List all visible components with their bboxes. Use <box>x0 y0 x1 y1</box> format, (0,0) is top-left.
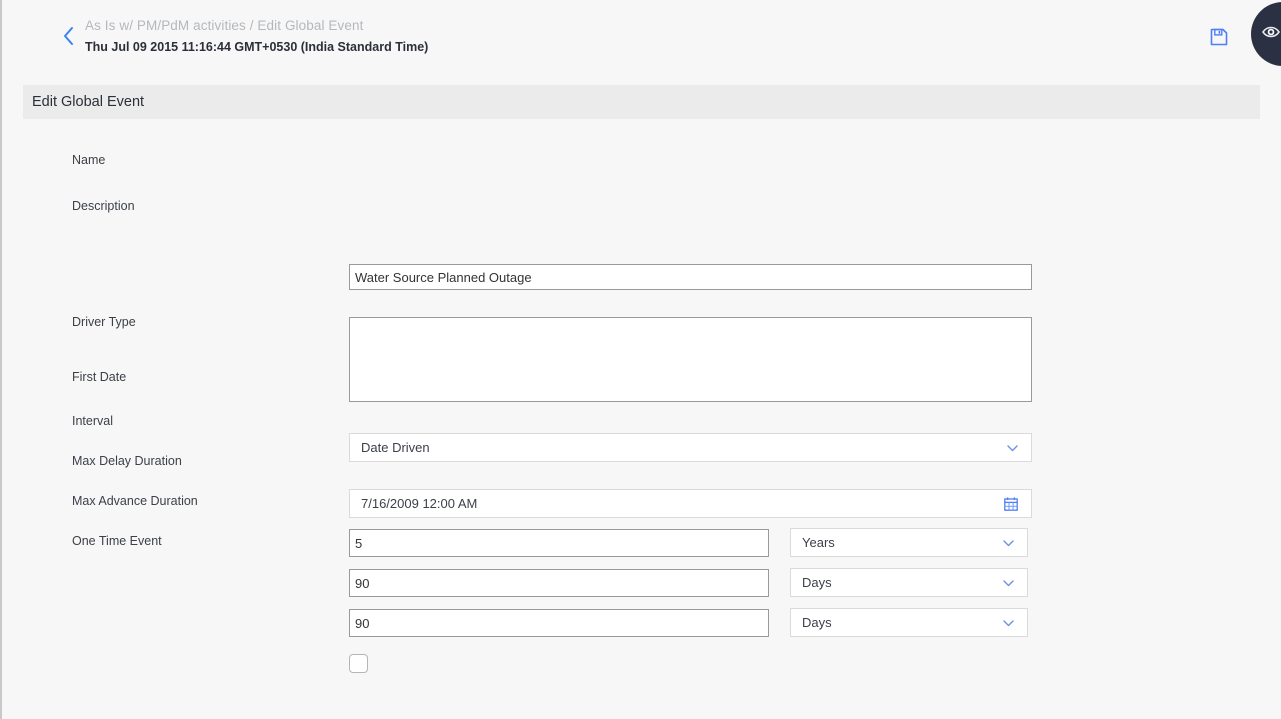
section-header: Edit Global Event <box>23 85 1260 119</box>
one-time-event-label: One Time Event <box>72 534 162 548</box>
name-label: Name <box>72 153 106 167</box>
first-date-field[interactable]: 7/16/2009 12:00 AM <box>349 489 1032 518</box>
max-delay-duration-input[interactable] <box>349 569 769 597</box>
back-button[interactable] <box>57 24 79 48</box>
max-delay-duration-label: Max Delay Duration <box>72 454 182 468</box>
page-title: Edit Global Event <box>32 94 145 110</box>
interval-input[interactable] <box>349 529 769 557</box>
max-advance-duration-unit-select[interactable]: Days <box>790 608 1028 637</box>
max-delay-duration-unit-value: Days <box>802 575 832 590</box>
chevron-down-icon <box>1006 441 1019 454</box>
max-advance-duration-label: Max Advance Duration <box>72 494 198 508</box>
top-bar: As Is w/ PM/PdM activities / Edit Global… <box>2 0 1281 70</box>
chevron-down-icon <box>1002 616 1015 629</box>
driver-type-label: Driver Type <box>72 315 136 329</box>
visibility-badge-button[interactable] <box>1251 2 1281 66</box>
timestamp-label: Thu Jul 09 2015 11:16:44 GMT+0530 (India… <box>85 40 429 54</box>
description-label: Description <box>72 199 135 213</box>
name-input[interactable] <box>349 264 1032 290</box>
interval-unit-value: Years <box>802 535 835 550</box>
save-floppy-icon <box>1209 28 1229 51</box>
chevron-down-icon <box>1002 576 1015 589</box>
first-date-value: 7/16/2009 12:00 AM <box>361 496 478 511</box>
description-textarea[interactable] <box>349 317 1032 402</box>
max-advance-duration-input[interactable] <box>349 609 769 637</box>
driver-type-value: Date Driven <box>361 440 430 455</box>
chevron-down-icon <box>1002 536 1015 549</box>
interval-label: Interval <box>72 414 113 428</box>
driver-type-select[interactable]: Date Driven <box>349 433 1032 462</box>
save-button[interactable] <box>1209 27 1229 47</box>
one-time-event-checkbox[interactable] <box>349 654 368 673</box>
breadcrumb[interactable]: As Is w/ PM/PdM activities / Edit Global… <box>85 18 363 33</box>
max-advance-duration-unit-value: Days <box>802 615 832 630</box>
calendar-icon[interactable] <box>1004 496 1018 511</box>
app-root: As Is w/ PM/PdM activities / Edit Global… <box>0 0 1281 719</box>
interval-unit-select[interactable]: Years <box>790 528 1028 557</box>
first-date-label: First Date <box>72 370 127 384</box>
chevron-left-icon <box>62 26 74 46</box>
max-delay-duration-unit-select[interactable]: Days <box>790 568 1028 597</box>
